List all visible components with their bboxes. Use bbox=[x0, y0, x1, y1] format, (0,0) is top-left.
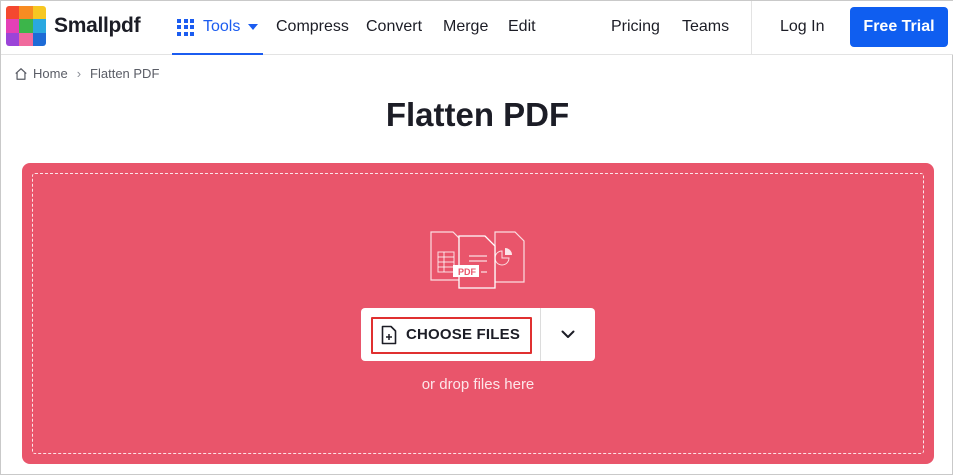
choose-files-button[interactable]: CHOOSE FILES bbox=[361, 308, 540, 361]
drop-files-hint: or drop files here bbox=[421, 376, 535, 393]
file-drop-zone[interactable]: PDF CHOOSE FILES or drop files here bbox=[22, 163, 934, 464]
documents-illustration-icon bbox=[430, 231, 525, 289]
nav-link-teams[interactable]: Teams bbox=[682, 18, 729, 36]
file-plus-icon bbox=[381, 325, 397, 344]
breadcrumb-current: Flatten PDF bbox=[90, 66, 160, 81]
page-title: Flatten PDF bbox=[385, 96, 570, 133]
tools-menu-button[interactable]: Tools bbox=[172, 1, 264, 55]
nav-link-compress[interactable]: Compress bbox=[276, 18, 349, 36]
choose-files-split-button: CHOOSE FILES bbox=[361, 308, 595, 361]
nav-link-pricing[interactable]: Pricing bbox=[611, 18, 660, 36]
logo-text: Smallpdf bbox=[54, 14, 141, 37]
breadcrumb-home-link[interactable]: Home bbox=[33, 66, 68, 81]
pdf-badge-label: PDF bbox=[458, 267, 476, 277]
free-trial-button[interactable]: Free Trial bbox=[850, 7, 948, 47]
more-sources-dropdown-button[interactable] bbox=[541, 308, 595, 361]
caret-down-icon bbox=[248, 24, 259, 30]
choose-files-label: CHOOSE FILES bbox=[405, 326, 521, 343]
tools-label: Tools bbox=[203, 18, 241, 35]
breadcrumb-separator: › bbox=[76, 66, 82, 81]
login-link[interactable]: Log In bbox=[780, 18, 824, 36]
nav-link-edit[interactable]: Edit bbox=[508, 18, 536, 36]
top-navbar: Smallpdf Tools Compress Convert Merge Ed… bbox=[1, 1, 953, 55]
breadcrumb: Home › Flatten PDF bbox=[14, 66, 159, 81]
home-icon bbox=[15, 67, 27, 80]
chevron-down-icon bbox=[561, 330, 575, 338]
nav-link-convert[interactable]: Convert bbox=[366, 18, 422, 36]
nav-link-merge[interactable]: Merge bbox=[443, 18, 488, 36]
smallpdf-logo[interactable]: Smallpdf bbox=[6, 6, 141, 46]
nav-divider bbox=[751, 1, 752, 55]
grid-icon bbox=[177, 18, 194, 36]
logo-mark-icon bbox=[6, 6, 46, 46]
